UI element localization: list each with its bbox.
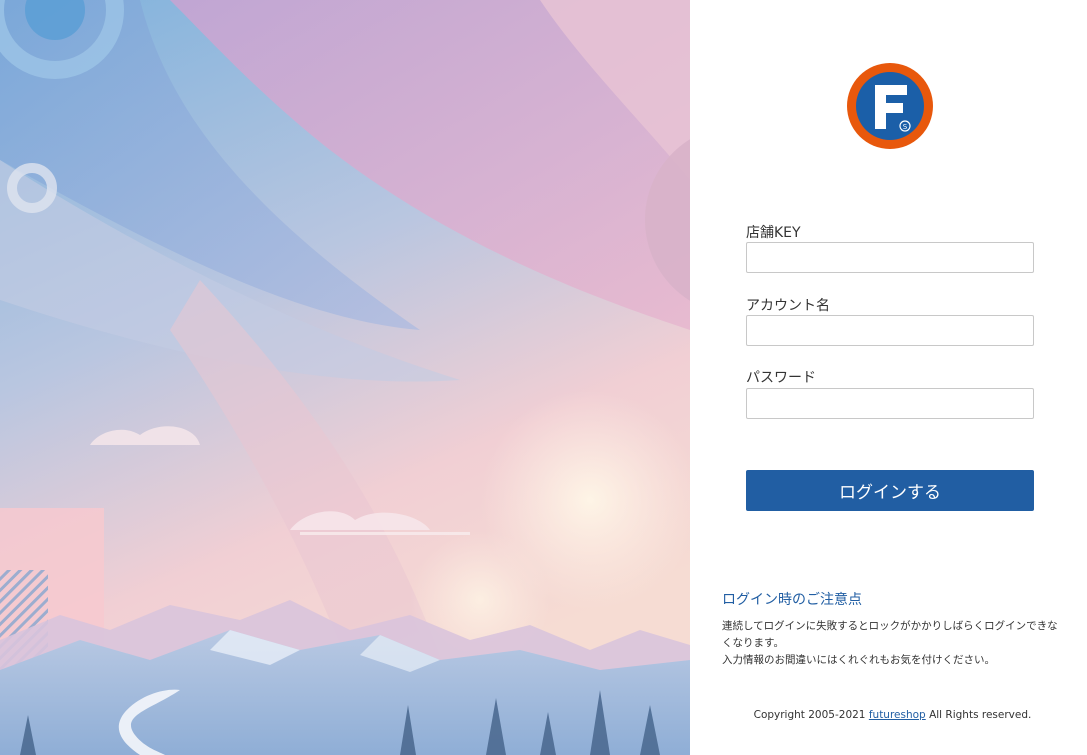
store-key-input[interactable]	[746, 242, 1034, 273]
futureshop-logo-icon: S	[847, 63, 933, 149]
login-notice-title: ログイン時のご注意点	[722, 592, 862, 608]
store-key-label: 店舗KEY	[746, 225, 801, 241]
login-notice-body: 連続してログインに失敗するとロックがかかりしばらくログインできなくなります。 入…	[722, 618, 1067, 669]
login-panel: S 店舗KEY アカウント名 パスワード ログインする ログイン時のご注意点 連…	[690, 0, 1087, 755]
hero-illustration	[0, 0, 690, 755]
account-name-label: アカウント名	[746, 298, 830, 314]
login-notice-line: 入力情報のお間違いにはくれぐれもお気を付けください。	[722, 654, 995, 666]
futureshop-logo: S	[847, 63, 933, 149]
password-label: パスワード	[746, 370, 816, 386]
copyright-suffix: All Rights reserved.	[929, 709, 1032, 721]
futureshop-link[interactable]: futureshop	[869, 709, 926, 721]
account-name-input[interactable]	[746, 315, 1034, 346]
password-input[interactable]	[746, 388, 1034, 419]
copyright-footer: Copyright 2005-2021 futureshop All Right…	[690, 709, 1087, 721]
svg-text:S: S	[903, 123, 908, 131]
login-page: S 店舗KEY アカウント名 パスワード ログインする ログイン時のご注意点 連…	[0, 0, 1087, 755]
landscape-illustration	[0, 0, 690, 755]
login-button[interactable]: ログインする	[746, 470, 1034, 511]
copyright-prefix: Copyright 2005-2021	[753, 709, 866, 721]
login-notice-line: 連続してログインに失敗するとロックがかかりしばらくログインできなくなります。	[722, 620, 1058, 649]
